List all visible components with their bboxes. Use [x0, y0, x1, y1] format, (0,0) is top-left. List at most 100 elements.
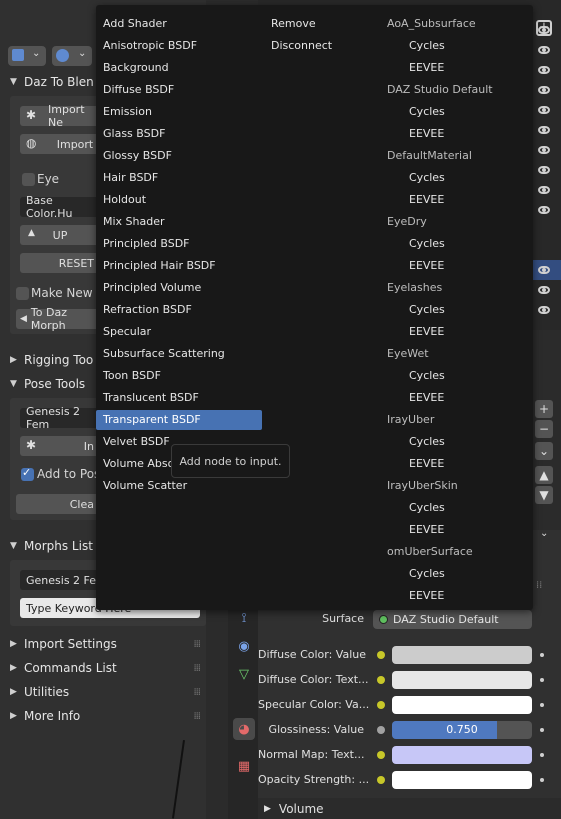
menu-item-cycles[interactable]: Cycles	[409, 497, 445, 519]
menu-item-eevee[interactable]: EEVEE	[409, 189, 444, 211]
up-button[interactable]: ▲ UP	[20, 225, 100, 245]
specular-color-field[interactable]	[392, 696, 532, 714]
slot-specials-button[interactable]: ⌄	[535, 442, 553, 460]
material-tab-icon[interactable]: ◕	[233, 718, 255, 740]
menu-item-eevee[interactable]: EEVEE	[409, 387, 444, 409]
menu-item-add-shader[interactable]: Add Shader	[103, 13, 167, 35]
menu-item-eevee[interactable]: EEVEE	[409, 519, 444, 541]
add-to-pose-checkbox[interactable]: ✓	[21, 466, 34, 481]
drag-handle-icon[interactable]: ⁞⁞⁞	[193, 663, 200, 674]
menu-item-cycles[interactable]: Cycles	[409, 431, 445, 453]
remove-material-slot-button[interactable]: −	[535, 420, 553, 438]
eye-icon[interactable]	[538, 86, 550, 94]
eye-icon[interactable]	[538, 106, 550, 114]
menu-item-glossy-bsdf[interactable]: Glossy BSDF	[103, 145, 172, 167]
menu-item-emission[interactable]: Emission	[103, 101, 152, 123]
drag-handle-icon[interactable]: ⁞⁞⁞	[193, 687, 200, 698]
eye-icon[interactable]	[538, 166, 550, 174]
menu-item-eevee[interactable]: EEVEE	[409, 585, 444, 607]
move-slot-up-button[interactable]: ▲	[535, 466, 553, 484]
normal-map-field[interactable]	[392, 746, 532, 764]
eye-checkbox[interactable]	[22, 173, 35, 186]
move-slot-down-button[interactable]: ▼	[535, 486, 553, 504]
menu-item-cycles[interactable]: Cycles	[409, 35, 445, 57]
base-color-field[interactable]: Base Color.Hu	[20, 194, 100, 220]
drag-handle-icon[interactable]: ⁞⁞⁞	[193, 711, 200, 722]
menu-item-diffuse-bsdf[interactable]: Diffuse BSDF	[103, 79, 174, 101]
menu-item-remove[interactable]: Remove	[271, 13, 316, 35]
to-daz-morph-button[interactable]: ◀ To Daz Morph	[16, 306, 100, 332]
keyframe-dot-icon[interactable]	[540, 703, 544, 707]
menu-item-refraction-bsdf[interactable]: Refraction BSDF	[103, 299, 192, 321]
menu-item-translucent-bsdf[interactable]: Translucent BSDF	[103, 387, 199, 409]
diffuse-texture-field[interactable]	[392, 671, 532, 689]
eye-icon[interactable]	[538, 126, 550, 134]
eye-icon[interactable]	[538, 186, 550, 194]
physics-icon[interactable]: ◉	[233, 635, 255, 657]
socket-icon[interactable]	[377, 701, 385, 709]
eye-icon[interactable]	[538, 266, 550, 274]
import-settings-header[interactable]: ▶ Import Settings ⁞⁞⁞	[10, 633, 206, 655]
menu-item-velvet-bsdf[interactable]: Velvet BSDF	[103, 431, 170, 453]
menu-item-principled-bsdf[interactable]: Principled BSDF	[103, 233, 190, 255]
keyframe-dot-icon[interactable]	[540, 753, 544, 757]
menu-item-eevee[interactable]: EEVEE	[409, 255, 444, 277]
opacity-strength-field[interactable]	[392, 771, 532, 789]
menu-item-eevee[interactable]: EEVEE	[409, 321, 444, 343]
import-new-button[interactable]: ✱ Import Ne	[20, 103, 100, 129]
object-data-icon[interactable]: ▽	[233, 663, 255, 685]
eye-icon[interactable]	[538, 286, 550, 294]
menu-item-principled-hair-bsdf[interactable]: Principled Hair BSDF	[103, 255, 216, 277]
commands-list-header[interactable]: ▶ Commands List ⁞⁞⁞	[10, 657, 206, 679]
more-info-header[interactable]: ▶ More Info ⁞⁞⁞	[10, 705, 206, 727]
keyframe-dot-icon[interactable]	[540, 728, 544, 732]
menu-item-cycles[interactable]: Cycles	[409, 563, 445, 585]
volume-panel-header[interactable]: ▶ Volume	[258, 798, 561, 819]
menu-item-background[interactable]: Background	[103, 57, 169, 79]
socket-icon[interactable]	[377, 726, 385, 734]
socket-icon[interactable]	[377, 776, 385, 784]
reset-button[interactable]: RESET	[20, 253, 100, 273]
editor-type-dropdown[interactable]: ⌄	[8, 46, 46, 66]
pose-genesis-field[interactable]: Genesis 2 Fem	[20, 405, 100, 431]
make-new-morph-checkbox[interactable]	[16, 287, 29, 300]
drag-handle-icon[interactable]: ⁞⁞	[536, 580, 542, 591]
clear-pose-button[interactable]: Clea	[16, 494, 100, 514]
menu-item-volume-scatter[interactable]: Volume Scatter	[103, 475, 187, 497]
eye-icon[interactable]	[538, 146, 550, 154]
menu-item-eevee[interactable]: EEVEE	[409, 123, 444, 145]
menu-item-eevee[interactable]: EEVEE	[409, 57, 444, 79]
menu-item-hair-bsdf[interactable]: Hair BSDF	[103, 167, 158, 189]
menu-item-eevee[interactable]: EEVEE	[409, 453, 444, 475]
menu-item-glass-bsdf[interactable]: Glass BSDF	[103, 123, 165, 145]
menu-item-disconnect[interactable]: Disconnect	[271, 35, 332, 57]
menu-item-cycles[interactable]: Cycles	[409, 365, 445, 387]
menu-item-cycles[interactable]: Cycles	[409, 299, 445, 321]
eye-icon[interactable]	[538, 66, 550, 74]
socket-icon[interactable]	[377, 676, 385, 684]
new-collection-icon[interactable]: +	[536, 20, 552, 36]
keyframe-dot-icon[interactable]	[540, 778, 544, 782]
menu-item-subsurface-scattering[interactable]: Subsurface Scattering	[103, 343, 225, 365]
keyframe-dot-icon[interactable]	[540, 678, 544, 682]
menu-item-transparent-bsdf[interactable]: Transparent BSDF	[103, 409, 201, 431]
eye-icon[interactable]	[538, 46, 550, 54]
drag-handle-icon[interactable]: ⁞⁞⁞	[193, 639, 200, 650]
eye-icon[interactable]	[538, 306, 550, 314]
overlay-dropdown[interactable]: ⌄	[52, 46, 92, 66]
menu-item-principled-volume[interactable]: Principled Volume	[103, 277, 201, 299]
socket-icon[interactable]	[377, 751, 385, 759]
glossiness-slider[interactable]: 0.750	[392, 721, 532, 739]
menu-item-volume-absorption[interactable]: Volume Absor	[103, 453, 179, 475]
constraints-icon[interactable]: ⟟	[233, 607, 255, 629]
menu-item-cycles[interactable]: Cycles	[409, 233, 445, 255]
menu-item-holdout[interactable]: Holdout	[103, 189, 146, 211]
menu-item-anisotropic-bsdf[interactable]: Anisotropic BSDF	[103, 35, 197, 57]
menu-item-mix-shader[interactable]: Mix Shader	[103, 211, 165, 233]
surface-shader-dropdown[interactable]: DAZ Studio Default	[373, 610, 532, 629]
menu-item-cycles[interactable]: Cycles	[409, 101, 445, 123]
add-material-slot-button[interactable]: +	[535, 400, 553, 418]
menu-item-toon-bsdf[interactable]: Toon BSDF	[103, 365, 161, 387]
import-pose-button[interactable]: ✱ In	[20, 436, 100, 456]
menu-item-specular[interactable]: Specular	[103, 321, 151, 343]
